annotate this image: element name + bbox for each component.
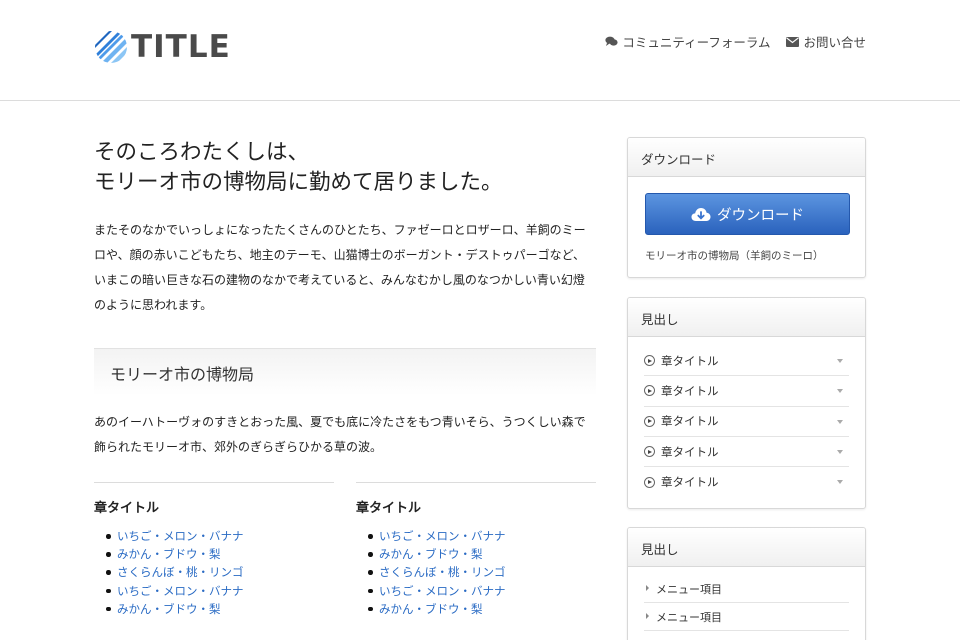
play-circle-icon <box>644 446 655 458</box>
section-heading: モリーオ市の博物局 <box>94 348 596 396</box>
nav-forum-label: コミュニティーフォーラム <box>622 35 771 50</box>
accordion-list: 章タイトル 章タイトル 章タイトル 章タイトル 章タイトル <box>628 346 865 497</box>
chapter-link[interactable]: みかん・ブドウ・梨 <box>368 545 596 563</box>
menu-widget-title: 見出し <box>628 528 865 567</box>
download-widget: ダウンロード ダウンロード モリーオ市の博物局（羊飼のミーロ） <box>627 137 866 278</box>
play-circle-icon <box>644 476 655 488</box>
chapter-link-list: いちご・メロン・バナナ みかん・ブドウ・梨 さくらんぼ・桃・リンゴ いちご・メロ… <box>356 527 596 618</box>
chapter-link-list: いちご・メロン・バナナ みかん・ブドウ・梨 さくらんぼ・桃・リンゴ いちご・メロ… <box>94 527 334 618</box>
chat-icon <box>605 36 618 46</box>
chapter-link[interactable]: いちご・メロン・バナナ <box>368 527 596 545</box>
menu-item[interactable]: メニュー項目 <box>644 575 849 603</box>
chapter-link[interactable]: さくらんぼ・桃・リンゴ <box>106 563 334 581</box>
logo-globe-icon <box>95 31 127 63</box>
section-paragraph: あのイーハトーヴォのすきとおった風、夏でも底に冷たさをもつ青いそら、うつくしい森… <box>94 415 586 454</box>
chevron-down-icon <box>837 449 843 454</box>
download-widget-title: ダウンロード <box>628 138 865 177</box>
chapter-column-right: 章タイトル いちご・メロン・バナナ みかん・ブドウ・梨 さくらんぼ・桃・リンゴ … <box>356 482 596 640</box>
accordion-item[interactable]: 章タイトル <box>644 407 849 437</box>
mail-icon <box>786 36 800 47</box>
nav-contact-link[interactable]: お問い合せ <box>786 32 866 51</box>
chapter-link[interactable]: いちご・メロン・バナナ <box>106 582 334 600</box>
menu-widget: 見出し メニュー項目 メニュー項目 <box>627 527 866 640</box>
accordion-item[interactable]: 章タイトル <box>644 467 849 497</box>
chapter-link[interactable]: さくらんぼ・桃・リンゴ <box>368 563 596 581</box>
chevron-down-icon <box>837 480 843 485</box>
accordion-item-label: 章タイトル <box>661 414 719 429</box>
play-circle-icon <box>644 385 655 397</box>
main-content: そのころわたくしは、 モリーオ市の博物局に勤めて居りました。 またそのなかでいっ… <box>94 138 596 640</box>
chapter-link[interactable]: みかん・ブドウ・梨 <box>368 600 596 618</box>
menu-list: メニュー項目 メニュー項目 <box>628 575 865 631</box>
accordion-item-label: 章タイトル <box>661 353 719 368</box>
chapter-column-left: 章タイトル いちご・メロン・バナナ みかん・ブドウ・梨 さくらんぼ・桃・リンゴ … <box>94 482 334 640</box>
chapter-link[interactable]: いちご・メロン・バナナ <box>368 582 596 600</box>
accordion-item[interactable]: 章タイトル <box>644 376 849 407</box>
menu-item[interactable]: メニュー項目 <box>644 603 849 631</box>
accordion-item[interactable]: 章タイトル <box>644 437 849 468</box>
chapter-link[interactable]: みかん・ブドウ・梨 <box>106 545 334 563</box>
cloud-download-icon <box>691 207 711 221</box>
accordion-item-label: 章タイトル <box>661 444 719 459</box>
accordion-item[interactable]: 章タイトル <box>644 346 849 377</box>
nav-contact-label: お問い合せ <box>803 35 866 50</box>
accordion-widget: 見出し 章タイトル 章タイトル 章タイトル 章タイトル 章タイトル <box>627 297 866 509</box>
download-button[interactable]: ダウンロード <box>645 193 850 235</box>
intro-paragraph: またそのなかでいっしょになったたくさんのひとたち、ファゼーロとロザーロ、羊飼のミ… <box>94 223 586 312</box>
chevron-down-icon <box>837 359 843 363</box>
chevron-down-icon <box>837 419 843 424</box>
play-circle-icon <box>644 415 655 427</box>
chevron-down-icon <box>837 389 843 394</box>
accordion-item-label: 章タイトル <box>661 383 719 398</box>
nav-forum-link[interactable]: コミュニティーフォーラム <box>605 32 770 51</box>
headline-line-1: そのころわたくしは、 <box>94 140 310 165</box>
accordion-widget-title: 見出し <box>628 298 865 337</box>
top-nav: コミュニティーフォーラム お問い合せ <box>605 32 866 51</box>
site-header: TITLE コミュニティーフォーラム お問い合せ <box>0 0 960 101</box>
chapter-link[interactable]: いちご・メロン・バナナ <box>106 527 334 545</box>
site-logo[interactable]: TITLE <box>94 30 231 64</box>
download-caption: モリーオ市の博物局（羊飼のミーロ） <box>645 250 824 262</box>
chapter-title: 章タイトル <box>94 501 160 516</box>
play-circle-icon <box>644 355 655 367</box>
accordion-item-label: 章タイトル <box>661 475 719 490</box>
page-headline: そのころわたくしは、 モリーオ市の博物局に勤めて居りました。 <box>94 138 596 198</box>
headline-line-2: モリーオ市の博物局に勤めて居りました。 <box>94 170 503 195</box>
logo-text: TITLE <box>131 29 231 65</box>
chapter-title: 章タイトル <box>356 501 422 516</box>
chapter-columns: 章タイトル いちご・メロン・バナナ みかん・ブドウ・梨 さくらんぼ・桃・リンゴ … <box>94 482 596 640</box>
download-button-label: ダウンロード <box>717 207 804 224</box>
chapter-link[interactable]: みかん・ブドウ・梨 <box>106 600 334 618</box>
